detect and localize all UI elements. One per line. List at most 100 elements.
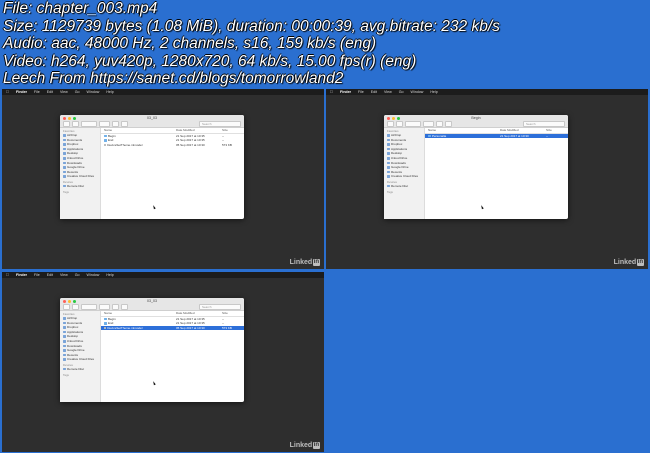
share-button[interactable] [436, 120, 443, 127]
back-button[interactable] [63, 303, 70, 310]
menu-view[interactable]: View [60, 89, 68, 95]
share-button[interactable] [112, 303, 119, 310]
menu-edit[interactable]: Edit [47, 89, 53, 95]
column-name[interactable]: Name [101, 311, 176, 316]
file-row[interactable]: DeviceSetTheme.mlmodel 05 Sep 2017 at 10:… [101, 143, 244, 148]
close-button[interactable] [63, 300, 66, 303]
share-button[interactable] [112, 120, 119, 127]
folder-icon [63, 147, 66, 151]
tags-button[interactable] [445, 120, 452, 127]
sidebar-heading: Tags [387, 189, 393, 194]
column-date[interactable]: Date Modified [176, 128, 222, 133]
menu-view[interactable]: View [384, 89, 392, 95]
folder-icon [63, 166, 66, 169]
menu-edit[interactable]: Edit [47, 272, 53, 278]
menu-help[interactable]: Help [106, 272, 113, 278]
menu-bar:  Finder File Edit View Go Window Help [2, 89, 324, 95]
video-line: Video: h264, yuv420p, 1280x720, 64 kb/s,… [3, 52, 417, 70]
menu-finder[interactable]: Finder [16, 89, 27, 95]
menu-file[interactable]: File [358, 89, 364, 95]
mouse-cursor [152, 380, 156, 386]
view-mode-buttons[interactable] [405, 120, 421, 127]
search-input[interactable]: Search [199, 303, 241, 310]
view-mode-buttons[interactable] [81, 303, 97, 310]
menu-finder[interactable]: Finder [16, 272, 27, 278]
menu-window[interactable]: Window [87, 89, 100, 95]
menu-help[interactable]: Help [106, 89, 113, 95]
folder-icon [104, 134, 107, 138]
menu-file[interactable]: File [34, 272, 40, 278]
column-name[interactable]: Name [101, 128, 176, 133]
zoom-button[interactable] [73, 300, 76, 303]
mouse-cursor [480, 204, 484, 210]
column-size[interactable]: Size [222, 311, 244, 316]
close-button[interactable] [387, 117, 390, 120]
menu-file[interactable]: File [34, 89, 40, 95]
search-input[interactable]: Search [523, 120, 565, 127]
arrange-button[interactable] [99, 303, 110, 310]
search-input[interactable]: Search [199, 120, 241, 127]
folder-icon [387, 157, 390, 160]
folder-icon [63, 358, 66, 361]
back-button[interactable] [387, 120, 394, 127]
folder-icon [63, 340, 66, 343]
file-name: Personalia [425, 134, 500, 139]
forward-button[interactable] [72, 303, 79, 310]
arrange-button[interactable] [99, 120, 110, 127]
folder-icon [63, 317, 66, 320]
menu-bar:  Finder File Edit View Go Window Help [2, 272, 324, 278]
folder-icon [104, 317, 107, 321]
column-name[interactable]: Name [425, 128, 500, 133]
file-row[interactable]: Personalia 21 Sep 2017 at 10:30 -- [425, 133, 568, 139]
menu-go[interactable]: Go [399, 89, 404, 95]
menu-go[interactable]: Go [75, 89, 80, 95]
forward-button[interactable] [72, 120, 79, 127]
arrange-button[interactable] [423, 120, 434, 127]
zoom-button[interactable] [397, 117, 400, 120]
file-icon [104, 326, 107, 330]
minimize-button[interactable] [392, 117, 395, 120]
file-row[interactable]: DeviceSetTheme.mlmodel 05 Sep 2017 at 10:… [101, 325, 244, 331]
back-button[interactable] [63, 120, 70, 127]
window-controls [387, 117, 400, 120]
menu-window[interactable]: Window [411, 89, 424, 95]
column-size[interactable]: Size [222, 128, 244, 133]
apple-icon[interactable]:  [330, 89, 333, 95]
menu-window[interactable]: Window [87, 272, 100, 278]
tags-button[interactable] [121, 303, 128, 310]
column-size[interactable]: Size [546, 128, 568, 133]
menu-finder[interactable]: Finder [340, 89, 351, 95]
minimize-button[interactable] [68, 300, 71, 303]
column-date[interactable]: Date Modified [500, 128, 546, 133]
media-info: File: chapter_003.mp4 Size: 1129739 byte… [3, 0, 647, 88]
folder-icon [104, 139, 107, 142]
audio-line: Audio: aac, 48000 Hz, 2 channels, s16, 1… [3, 35, 377, 53]
close-button[interactable] [63, 117, 66, 120]
menu-edit[interactable]: Edit [371, 89, 377, 95]
sidebar-item-label: Remote Disc [67, 366, 85, 371]
title-bar: Begin Search [384, 115, 568, 128]
minimize-button[interactable] [68, 117, 71, 120]
linkedin-logo: Linked in [290, 442, 320, 449]
tags-button[interactable] [121, 120, 128, 127]
apple-icon[interactable]:  [6, 272, 9, 278]
folder-icon [387, 166, 390, 169]
menu-help[interactable]: Help [430, 89, 437, 95]
zoom-button[interactable] [73, 117, 76, 120]
file-icon [104, 143, 107, 147]
linkedin-badge: in [312, 259, 320, 266]
folder-icon [63, 157, 66, 160]
view-mode-buttons[interactable] [81, 120, 97, 127]
column-date[interactable]: Date Modified [176, 311, 222, 316]
sidebar-heading: Tags [63, 372, 69, 377]
frame-thumbnail:  Finder File Edit View Go Window Help Begin Sear… [326, 89, 648, 269]
folder-icon [387, 170, 390, 174]
file-size: 573 KB [222, 325, 232, 330]
apple-icon[interactable]:  [6, 89, 9, 95]
sidebar-item-label: Creative Cloud Files [67, 174, 95, 179]
menu-go[interactable]: Go [75, 272, 80, 278]
menu-view[interactable]: View [60, 272, 68, 278]
toolbar: Search [63, 120, 241, 127]
forward-button[interactable] [396, 120, 403, 127]
sidebar: Favorites AirDrop Documents Dropbox Applicat… [60, 311, 101, 402]
